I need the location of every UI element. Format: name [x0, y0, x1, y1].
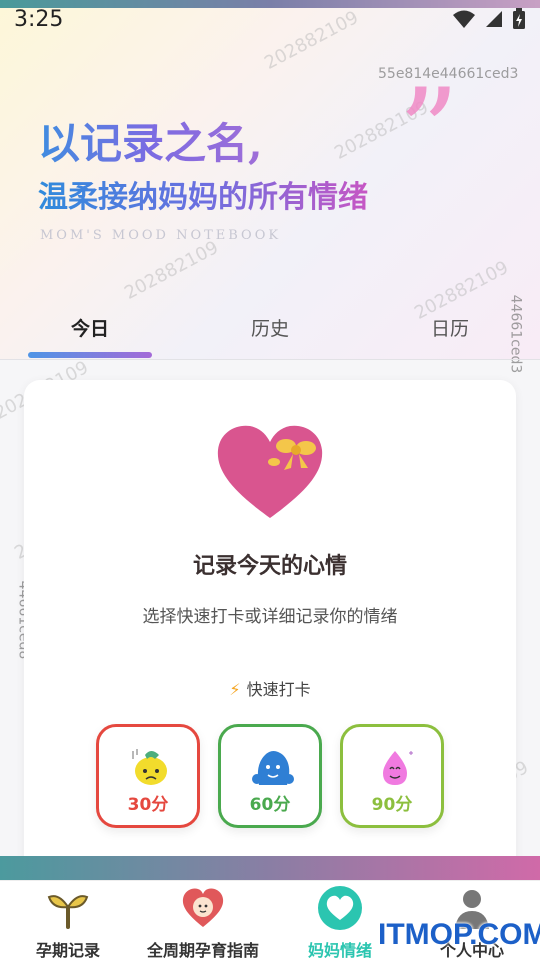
hero-english-subtitle: MOM'S MOOD NOTEBOOK [40, 228, 282, 243]
status-time: 3:25 [14, 6, 64, 32]
nav-label: 妈妈情绪 [307, 941, 372, 960]
wifi-icon [453, 10, 475, 28]
mood-score-90: 90分 [371, 795, 413, 815]
card-description: 选择快速打卡或详细记录你的情绪 [142, 607, 398, 627]
sprout-icon [47, 895, 89, 929]
quote-mark-decoration: ” [398, 64, 460, 203]
nav-item-mom-mood[interactable]: 妈妈情绪 [298, 885, 382, 960]
mood-score-30: 30分 [127, 795, 169, 815]
mood-record-card: 记录今天的心情 选择快速打卡或详细记录你的情绪 ⚡ 快速打卡 30分 60分 9… [24, 380, 516, 880]
site-watermark-logo: ITMOP.COM [378, 918, 540, 951]
nav-item-pregnancy-record[interactable]: 孕期记录 [26, 885, 110, 960]
tab-history[interactable]: 历史 [230, 314, 310, 341]
quick-checkin-text: 快速打卡 [246, 680, 311, 699]
status-icons [452, 8, 526, 30]
hero-title: 以记录之名, [38, 110, 263, 171]
sad-lemon-icon [132, 749, 167, 785]
mood-score-60: 60分 [249, 795, 291, 815]
pink-drop-icon [383, 751, 413, 785]
mood-button-30[interactable]: 30分 [96, 724, 200, 828]
lightning-icon: ⚡ [229, 680, 241, 699]
nav-item-guide[interactable]: 全周期孕育指南 [138, 885, 268, 960]
quick-checkin-label: ⚡ 快速打卡 [24, 676, 516, 700]
battery-icon [513, 8, 525, 29]
card-title: 记录今天的心情 [192, 554, 347, 579]
bottom-accent-strip [0, 856, 540, 880]
nav-label: 孕期记录 [35, 941, 100, 960]
heart-face-icon [182, 888, 224, 927]
heart-icon [318, 886, 362, 930]
tab-today[interactable]: 今日 [50, 314, 130, 341]
hero-subtitle: 温柔接纳妈妈的所有情绪 [38, 172, 368, 216]
mood-button-90[interactable]: 90分 [340, 724, 444, 828]
status-bar: 3:25 [0, 4, 540, 34]
tab-bar: 今日 历史 日历 [0, 296, 540, 360]
tab-calendar[interactable]: 日历 [410, 314, 490, 341]
tab-indicator [28, 352, 152, 358]
heart-bow-icon [214, 422, 326, 522]
blue-blob-icon [252, 751, 294, 785]
signal-icon [486, 11, 502, 27]
mood-button-60[interactable]: 60分 [218, 724, 322, 828]
nav-label: 全周期孕育指南 [146, 941, 259, 960]
